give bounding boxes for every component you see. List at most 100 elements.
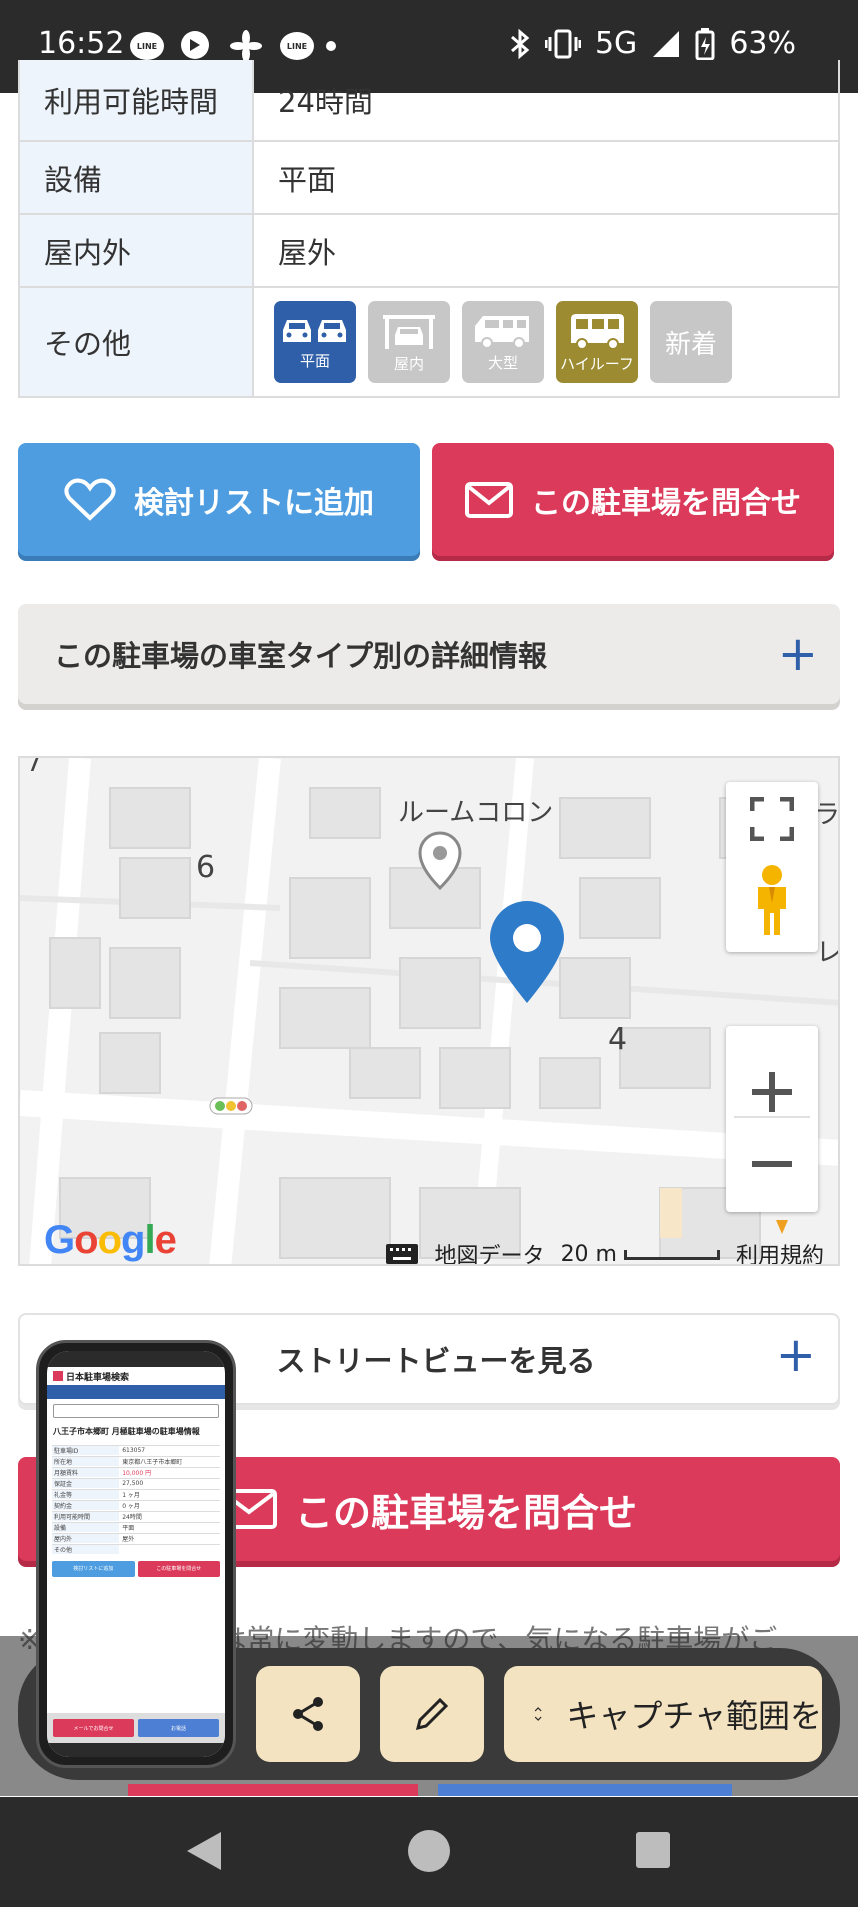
thumb-table-row: その他	[52, 1543, 220, 1555]
table-row-value: 屋外	[252, 215, 838, 286]
google-map[interactable]: ルームコロン 6 4 ラ レ 7 Google 地図データ 20 m 利用規約	[18, 756, 840, 1266]
thumb-row-value: 613057	[122, 1447, 146, 1455]
share-button[interactable]	[256, 1666, 360, 1762]
thumb-table-row: 契約金 0 ヶ月	[52, 1499, 220, 1511]
thumb-row-label: 礼金等	[52, 1490, 120, 1500]
flat-parking-icon	[283, 319, 346, 342]
underlying-button-edge	[128, 1784, 418, 1796]
vibrate-icon	[544, 29, 581, 58]
network-type: 5G	[594, 26, 638, 61]
inquiry-button[interactable]: この駐車場を問合せ	[432, 443, 834, 556]
thumb-row-value: 24時間	[122, 1514, 142, 1522]
system-nav-bar	[0, 1797, 858, 1907]
thumb-row-label: 屋内外	[52, 1534, 120, 1544]
status-time: 16:52	[38, 26, 125, 61]
table-row-label: その他	[20, 288, 252, 396]
tag-indoor: 屋内	[368, 301, 450, 383]
table-row: 設備 平面	[20, 140, 838, 213]
table-row: その他 平面 屋内 大型 ハイルーフ 新着	[20, 286, 838, 396]
pinwheel-icon	[230, 30, 262, 62]
pegman-icon[interactable]	[752, 863, 792, 937]
thumb-row-label: 契約金	[52, 1501, 120, 1511]
thumb-row-value: 27,500	[122, 1480, 144, 1488]
map-label: ルームコロン	[398, 798, 554, 828]
back-icon[interactable]	[185, 1830, 223, 1872]
screenshot-thumbnail[interactable]: 日本駐車場検索 八王子市本郷町 月極駐車場の駐車場情報 駐車場ID 613057 所…	[36, 1340, 236, 1768]
thumb-table-row: 所在地 東京都八王子市本郷町	[52, 1455, 220, 1467]
thumb-row-label: 所在地	[52, 1457, 120, 1467]
underlying-button-edge	[438, 1784, 732, 1796]
mail-icon	[465, 481, 513, 518]
thumb-table-row: 利用可能時間 24時間	[52, 1510, 220, 1522]
edit-button[interactable]	[380, 1666, 484, 1762]
tag-label: ハイルーフ	[560, 354, 634, 373]
thumb-table-row: 屋内外 屋外	[52, 1532, 220, 1544]
table-row-value: 24時間	[252, 60, 838, 140]
signal-icon	[653, 30, 680, 57]
feature-tags: 平面 屋内 大型 ハイルーフ 新着	[274, 301, 732, 383]
expand-vertical-icon	[534, 1707, 542, 1721]
thumb-site-name: 日本駐車場検索	[66, 1372, 130, 1383]
thumb-row-value: 0 ヶ月	[122, 1503, 140, 1511]
add-to-favorites-button[interactable]: 検討リストに追加	[18, 443, 420, 556]
thumb-fav: 検討リストに追加	[52, 1560, 135, 1577]
line-icon: LINE	[280, 30, 314, 62]
thumbnail-screen: 日本駐車場検索 八王子市本郷町 月極駐車場の駐車場情報 駐車場ID 613057 所…	[47, 1351, 225, 1757]
tag-new: 新着	[650, 301, 732, 383]
thumb-title: 八王子市本郷町 月極駐車場の駐車場情報	[53, 1427, 200, 1436]
inquiry-label: この駐車場を問合せ	[294, 1490, 637, 1535]
tag-label: 新着	[664, 329, 717, 360]
table-row: 屋内外 屋外	[20, 213, 838, 286]
thumb-row-label: 駐車場ID	[52, 1446, 120, 1456]
thumb-row-label: その他	[52, 1545, 120, 1555]
expand-plus-icon[interactable]: +	[776, 1327, 816, 1383]
home-icon[interactable]	[408, 1830, 450, 1872]
battery-level: 63%	[729, 26, 796, 61]
table-row: 利用可能時間 24時間	[20, 60, 838, 140]
thumb-table-row: 駐車場ID 613057	[52, 1444, 220, 1456]
thumb-row-label: 設備	[52, 1523, 120, 1533]
table-row-label: 設備	[20, 142, 252, 213]
zoom-in-icon[interactable]	[750, 1070, 794, 1114]
tag-label: 平面	[299, 351, 330, 370]
recents-icon[interactable]	[636, 1832, 670, 1868]
thumb-row-value: 1 ヶ月	[122, 1492, 140, 1500]
table-row-label: 屋内外	[20, 215, 252, 286]
thumb-row-label: 月額賃料	[52, 1468, 120, 1478]
thumb-nav	[47, 1385, 225, 1399]
map-label: レ	[816, 938, 840, 968]
thumb-row-label: 保証金	[52, 1479, 120, 1489]
expand-plus-icon[interactable]: +	[778, 626, 818, 682]
map-attribution[interactable]: 地図データ	[435, 1238, 545, 1264]
dot-icon	[326, 30, 336, 62]
tag-flat: 平面	[274, 301, 356, 383]
thumb-header: 日本駐車場検索	[47, 1367, 225, 1385]
thumb-mail: メールでお問合せ	[53, 1719, 134, 1737]
map-label: 4	[608, 1022, 628, 1057]
tag-highroof: ハイルーフ	[556, 301, 638, 383]
battery-icon	[695, 27, 715, 60]
street-view-label: ストリートビューを見る	[276, 1344, 596, 1378]
thumb-row-value: 東京都八王子市本郷町	[122, 1459, 183, 1467]
map-footer: 地図データ 20 m 利用規約	[385, 1238, 824, 1265]
zoom-out-icon[interactable]	[750, 1160, 794, 1168]
detail-table: 利用可能時間 24時間 設備 平面 屋内外 屋外 その他 平面 屋内 大型 ハイ…	[18, 60, 840, 398]
thumb-search	[53, 1404, 219, 1418]
accordion-title: この駐車場の車室タイプ別の詳細情報	[54, 639, 548, 673]
line-icon: LINE	[130, 30, 164, 62]
tag-label: 屋内	[393, 354, 424, 373]
status-right: 5G 63%	[509, 26, 796, 61]
thumb-row-value: 屋外	[122, 1536, 135, 1544]
thumb-table-row: 月額賃料 10,000 円	[52, 1466, 220, 1478]
keyboard-icon[interactable]	[385, 1243, 419, 1265]
thumb-table-row: 礼金等 1 ヶ月	[52, 1488, 220, 1500]
room-type-detail-accordion[interactable]: この駐車場の車室タイプ別の詳細情報 +	[18, 604, 840, 704]
bluetooth-icon	[510, 28, 530, 59]
fullscreen-icon[interactable]	[750, 797, 794, 841]
capture-range-button[interactable]: キャプチャ範囲を	[504, 1666, 822, 1762]
thumb-row-value: 10,000 円	[122, 1470, 152, 1478]
map-controls-top	[726, 782, 818, 952]
heart-icon	[64, 478, 116, 521]
map-terms-link[interactable]: 利用規約	[736, 1238, 824, 1264]
thumb-navbar	[47, 1743, 225, 1757]
